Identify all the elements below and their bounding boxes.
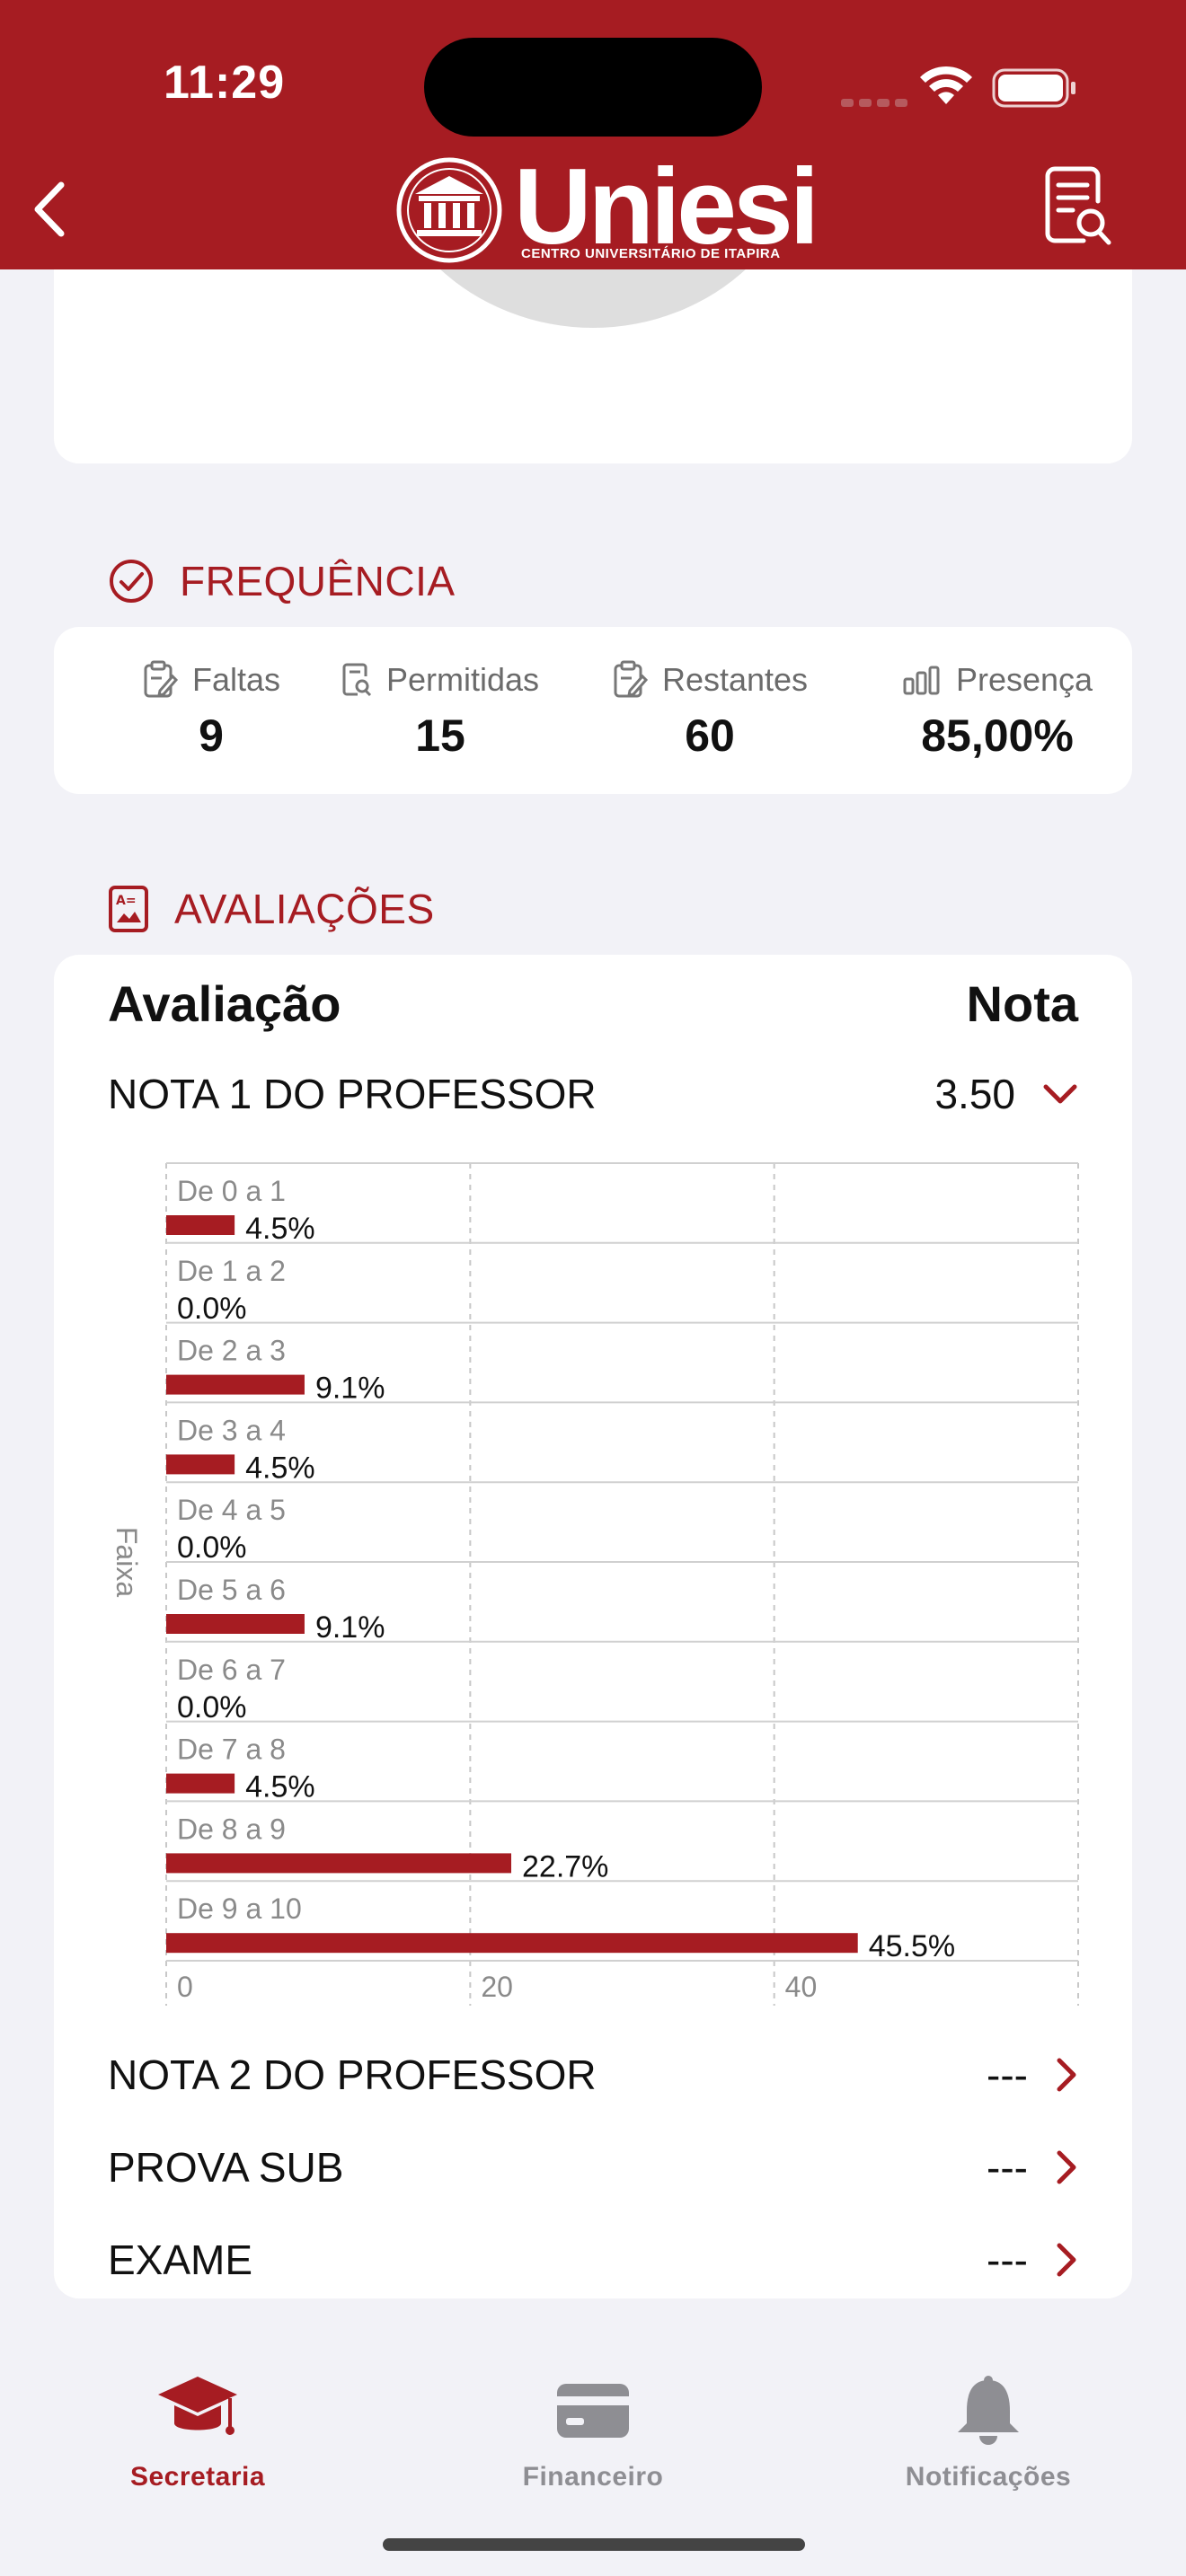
clipboard-edit-icon <box>144 660 178 698</box>
chart-category-label: De 8 a 9 <box>177 1813 286 1845</box>
eval-score: --- <box>987 2144 1028 2191</box>
bell-icon <box>958 2376 1019 2445</box>
chart-value-label: 0.0% <box>177 1690 247 1725</box>
logo-text: Uniesi <box>514 146 819 267</box>
eval-name: NOTA 2 DO PROFESSOR <box>108 2051 597 2098</box>
stat-permitidas-value: 15 <box>415 710 465 761</box>
status-time: 11:29 <box>164 57 286 109</box>
signal-icon <box>841 95 913 111</box>
chart-tick-label: 20 <box>481 1971 513 2003</box>
dynamic-island <box>424 38 762 137</box>
chart-bar <box>166 1614 305 1634</box>
stat-presenca-value: 85,00% <box>921 710 1074 761</box>
chart-category-label: De 3 a 4 <box>177 1414 286 1446</box>
check-circle-icon <box>110 560 153 603</box>
document-search-icon[interactable] <box>1044 165 1112 248</box>
chevron-right-icon[interactable] <box>1055 2149 1078 2185</box>
tab-secretaria-label: Secretaria <box>129 2462 266 2492</box>
chart-value-label: 9.1% <box>315 1372 385 1406</box>
eval-score: --- <box>987 2236 1028 2283</box>
stat-faltas-label: Faltas <box>191 661 281 698</box>
stat-presenca: Presença 85,00% <box>867 659 1128 762</box>
svg-text:A=: A= <box>116 894 137 908</box>
chart-category-label: De 1 a 2 <box>177 1255 286 1287</box>
chart-category-label: De 2 a 3 <box>177 1335 286 1367</box>
eval-name: EXAME <box>108 2236 253 2283</box>
eval-row-nota2[interactable]: NOTA 2 DO PROFESSOR --- <box>108 2043 1078 2106</box>
stat-faltas: Faltas 9 <box>108 659 314 762</box>
frequencia-section-title: FREQUÊNCIA <box>108 557 456 605</box>
tab-financeiro-label: Financeiro <box>522 2462 664 2492</box>
stat-restantes-label: Restantes <box>661 661 809 698</box>
chevron-right-icon[interactable] <box>1055 2057 1078 2093</box>
tab-secretaria[interactable]: Secretaria <box>63 2371 332 2492</box>
eval-row-prova-sub[interactable]: PROVA SUB --- <box>108 2136 1078 2199</box>
stat-restantes-value: 60 <box>685 710 735 761</box>
chart-category-label: De 7 a 8 <box>177 1734 286 1766</box>
exam-document-icon: A= <box>109 886 148 932</box>
back-chevron-icon[interactable] <box>27 178 72 241</box>
screen: 11:29 Uniesi CENTRO UNIVERSITÁRIO DE ITA… <box>0 0 1186 2576</box>
stat-permitidas: Permitidas 15 <box>332 659 548 762</box>
chart-category-label: De 4 a 5 <box>177 1494 286 1526</box>
chart-value-label: 45.5% <box>869 1929 955 1963</box>
chart-value-label: 4.5% <box>245 1451 315 1485</box>
chart-value-label: 9.1% <box>315 1610 385 1645</box>
bar-chart-icon <box>903 666 940 695</box>
chart-bar <box>166 1853 512 1874</box>
chart-value-label: 4.5% <box>245 1212 315 1246</box>
wifi-icon <box>920 66 972 104</box>
chart-bar <box>166 1374 305 1395</box>
chart-value-label: 4.5% <box>245 1770 315 1804</box>
chart-category-label: De 9 a 10 <box>177 1892 302 1925</box>
grade-distribution-chart: De 0 a 1 4.5% De 1 a 2 0.0% De 2 a 3 9.1% De 3… <box>54 955 1132 2033</box>
chart-bar <box>166 1215 235 1235</box>
chart-bar <box>166 1773 235 1794</box>
tab-notificacoes-label: Notificações <box>905 2462 1072 2492</box>
avaliacoes-section-title: A= AVALIAÇÕES <box>108 885 435 933</box>
eval-score: --- <box>987 2051 1028 2098</box>
tab-notificacoes[interactable]: Notificações <box>854 2371 1123 2492</box>
chart-value-label: 0.0% <box>177 1292 247 1326</box>
avaliacoes-title: AVALIAÇÕES <box>174 886 435 932</box>
app-header: 11:29 Uniesi CENTRO UNIVERSITÁRIO DE ITA… <box>0 0 1186 269</box>
chart-y-axis-label: Faixa <box>111 1527 143 1597</box>
stat-restantes: Restantes 60 <box>602 659 818 762</box>
stat-presenca-label: Presença <box>955 661 1093 698</box>
chart-svg: De 0 a 1 4.5% De 1 a 2 0.0% De 2 a 3 9.1% De 3… <box>111 1162 1079 2006</box>
chart-value-label: 22.7% <box>522 1849 608 1883</box>
graduation-cap-icon <box>158 2377 237 2435</box>
document-search-small-icon <box>342 663 372 697</box>
logo-subtitle: CENTRO UNIVERSITÁRIO DE ITAPIRA <box>521 246 781 261</box>
chart-category-label: De 0 a 1 <box>177 1175 286 1207</box>
chart-category-label: De 5 a 6 <box>177 1574 286 1606</box>
stat-permitidas-label: Permitidas <box>385 661 540 698</box>
credit-card-icon <box>557 2384 629 2438</box>
stat-faltas-value: 9 <box>199 710 224 761</box>
chevron-right-icon[interactable] <box>1055 2242 1078 2278</box>
avaliacoes-card: Avaliação Nota NOTA 1 DO PROFESSOR 3.50 … <box>54 955 1132 2298</box>
uniesi-logo: Uniesi CENTRO UNIVERSITÁRIO DE ITAPIRA <box>386 153 819 269</box>
tab-financeiro[interactable]: Financeiro <box>458 2371 728 2492</box>
frequencia-card: Faltas 9 Permitidas 15 Restantes 60 Pres… <box>54 627 1132 794</box>
chart-category-label: De 6 a 7 <box>177 1654 286 1686</box>
chart-value-label: 0.0% <box>177 1531 247 1565</box>
battery-icon <box>992 68 1075 108</box>
eval-name: PROVA SUB <box>108 2144 344 2191</box>
seal-icon <box>396 157 502 263</box>
eval-row-exame[interactable]: EXAME --- <box>108 2228 1078 2291</box>
clipboard-edit-icon <box>614 660 648 698</box>
chart-bar <box>166 1933 858 1954</box>
frequencia-title: FREQUÊNCIA <box>180 558 456 604</box>
home-indicator <box>383 2538 805 2551</box>
chart-bar <box>166 1454 235 1475</box>
chart-tick-label: 0 <box>177 1971 193 2003</box>
chart-tick-label: 40 <box>785 1971 818 2003</box>
